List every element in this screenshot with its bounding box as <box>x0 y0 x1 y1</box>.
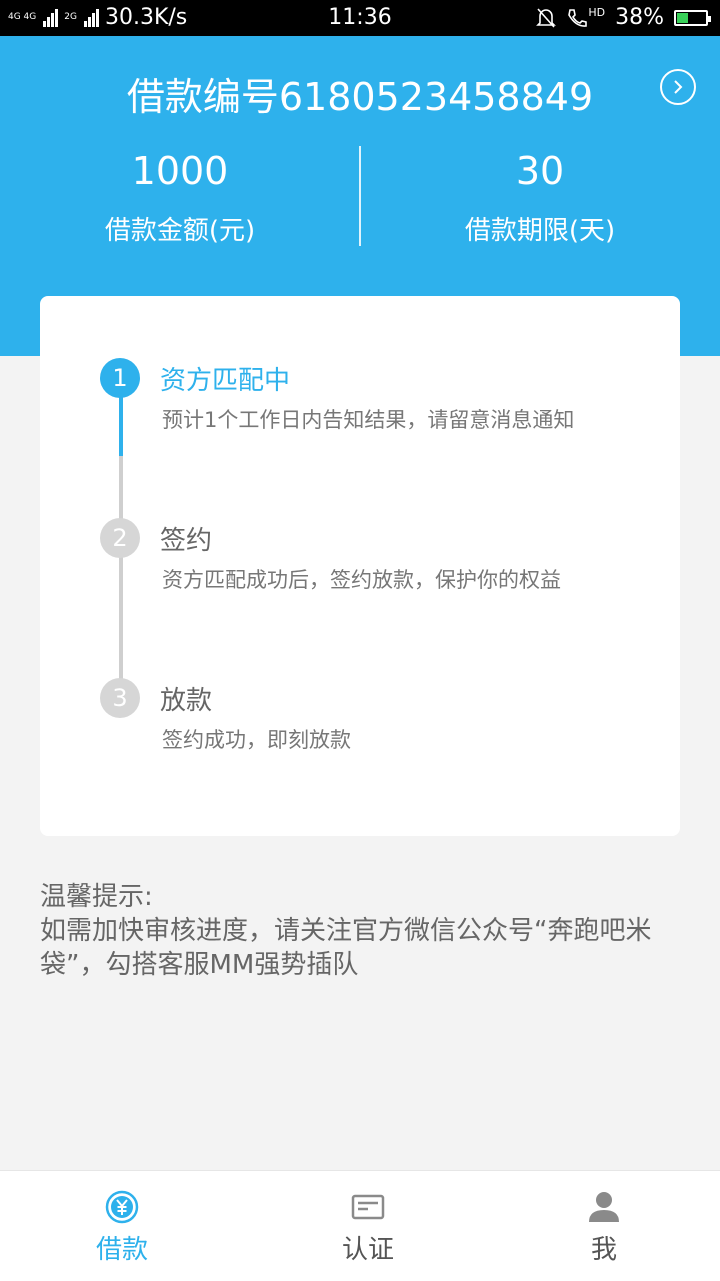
step-title: 放款 <box>160 686 213 716</box>
step-title: 资方匹配中 <box>160 366 291 396</box>
phone-hd-icon: HD <box>566 7 605 29</box>
step-number: 3 <box>100 678 140 718</box>
tab-loan[interactable]: 借款 <box>2 1171 242 1281</box>
loan-term-value: 30 <box>515 149 565 193</box>
loan-term: 30 借款期限(天) <box>360 146 720 247</box>
step-title: 签约 <box>160 526 213 556</box>
battery-fill <box>677 12 688 23</box>
progress-card: 1 资方匹配中 预计1个工作日内告知结果，请留意消息通知 2 签约 资方匹配成功… <box>40 296 680 836</box>
tab-me[interactable]: 我 <box>484 1171 720 1281</box>
step-number: 2 <box>100 518 140 558</box>
tab-label: 认证 <box>341 1235 394 1265</box>
tips-body: 如需加快审核进度，请关注官方微信公众号“奔跑吧米袋”，勾搭客服MM强势插队 <box>40 916 652 980</box>
battery-percent: 38% <box>615 5 664 30</box>
progress-line <box>119 556 123 680</box>
status-right: HD 38% <box>536 5 711 30</box>
loan-amount-label: 借款金额(元) <box>104 216 256 246</box>
tips: 温馨提示: 如需加快审核进度，请关注官方微信公众号“奔跑吧米袋”，勾搭客服MM强… <box>40 880 680 982</box>
tips-title: 温馨提示: <box>40 882 153 912</box>
status-bar: 4G 4G 2G 30.3K/s 11:36 HD 38% <box>0 0 720 36</box>
step-description: 签约成功，即刻放款 <box>162 728 351 752</box>
chevron-right-circle-icon <box>674 80 683 94</box>
tab-label: 我 <box>590 1235 617 1265</box>
step-description: 资方匹配成功后，签约放款，保护你的权益 <box>162 568 561 592</box>
id-card-icon <box>351 1194 385 1220</box>
mute-bell-icon <box>536 7 557 28</box>
battery-charging-icon <box>674 9 711 26</box>
hd-label: HD <box>588 5 606 19</box>
loan-term-label: 借款期限(天) <box>464 216 616 246</box>
tab-certification[interactable]: 认证 <box>248 1171 488 1281</box>
step-number: 1 <box>100 358 140 398</box>
user-icon <box>589 1192 619 1222</box>
bottom-tab-bar: 借款 认证 我 <box>0 1170 720 1281</box>
loan-amount: 1000 借款金额(元) <box>0 146 360 247</box>
progress-line-active <box>119 396 123 456</box>
tab-label: 借款 <box>95 1235 148 1265</box>
loan-amount-value: 1000 <box>131 149 229 193</box>
loan-number: 借款编号6180523458849 <box>126 75 594 119</box>
step-description: 预计1个工作日内告知结果，请留意消息通知 <box>162 408 575 432</box>
loan-detail-button[interactable] <box>660 69 696 105</box>
yuan-coin-icon <box>105 1190 139 1224</box>
